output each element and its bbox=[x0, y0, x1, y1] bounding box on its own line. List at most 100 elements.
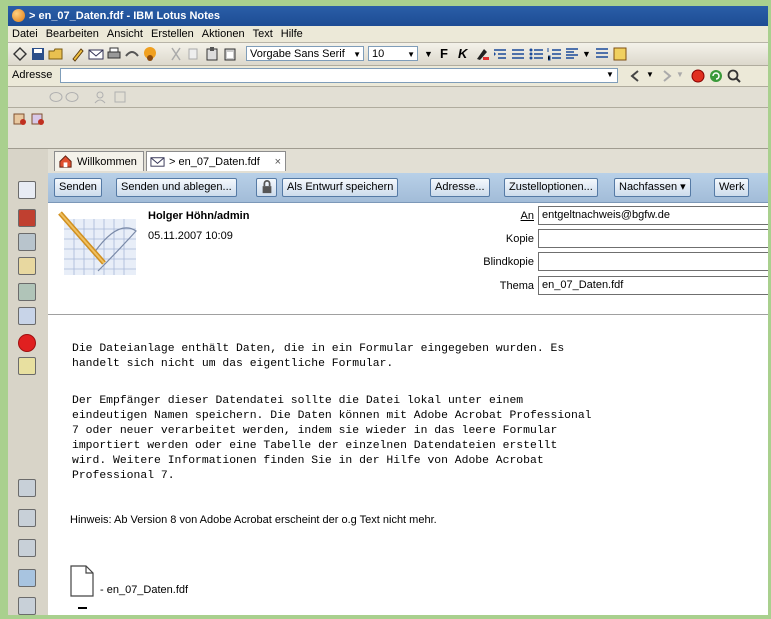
sync-icon[interactable] bbox=[30, 111, 46, 127]
attachment-file-icon[interactable] bbox=[70, 565, 94, 597]
save-as-draft-button[interactable]: Als Entwurf speichern bbox=[282, 178, 399, 197]
refresh-icon[interactable] bbox=[708, 68, 724, 84]
address-button[interactable]: Adresse... bbox=[430, 178, 490, 197]
forward-icon[interactable] bbox=[658, 68, 674, 84]
mail-bookmark-icon[interactable] bbox=[18, 181, 36, 199]
database-bookmark-icon[interactable] bbox=[18, 569, 36, 587]
tab-willkommen[interactable]: Willkommen bbox=[54, 151, 144, 171]
database-bookmark-icon[interactable] bbox=[18, 597, 36, 615]
font-family-select[interactable]: Vorgabe Sans Serif ▼ bbox=[246, 46, 364, 61]
user-icon[interactable] bbox=[142, 46, 158, 62]
body-line: importiert werden oder eine Tabelle der … bbox=[72, 440, 558, 452]
chevron-down-icon[interactable]: ▼ bbox=[676, 70, 684, 79]
bullet-list-icon[interactable] bbox=[528, 46, 544, 62]
chevron-down-icon[interactable]: ▼ bbox=[582, 46, 591, 62]
chevron-down-icon: ▼ bbox=[353, 50, 361, 59]
follow-up-button[interactable]: Nachfassen ▾ bbox=[614, 178, 691, 197]
message-body[interactable]: Die Dateianlage enthält Daten, die in ei… bbox=[48, 315, 768, 615]
highlight-icon[interactable] bbox=[474, 46, 490, 62]
field-label-thema: Thema bbox=[499, 280, 534, 292]
field-label-kopie: Kopie bbox=[505, 233, 534, 245]
favorites-bookmark-icon[interactable] bbox=[18, 307, 36, 325]
calendar-bookmark-icon[interactable] bbox=[18, 209, 36, 227]
cut-icon[interactable] bbox=[168, 46, 184, 62]
address-input[interactable] bbox=[60, 68, 618, 83]
replicator-icon[interactable] bbox=[12, 111, 28, 127]
align-icon[interactable] bbox=[564, 46, 580, 62]
database-bookmark-icon[interactable] bbox=[18, 539, 36, 557]
font-size-select[interactable]: 10 ▼ bbox=[368, 46, 418, 61]
italic-button[interactable]: K bbox=[458, 46, 467, 62]
todo-bookmark-icon[interactable] bbox=[18, 257, 36, 275]
connect-icon[interactable] bbox=[124, 46, 140, 62]
paste-icon[interactable] bbox=[204, 46, 220, 62]
menu-hilfe[interactable]: Hilfe bbox=[277, 26, 307, 42]
sender-name: Holger Höhn/admin bbox=[148, 210, 250, 222]
clipboard-icon[interactable] bbox=[222, 46, 238, 62]
replication-bookmark-icon[interactable] bbox=[18, 283, 36, 301]
contact-icon[interactable] bbox=[92, 89, 108, 105]
chevron-down-icon[interactable]: ▼ bbox=[606, 70, 614, 79]
search-icon[interactable] bbox=[726, 68, 742, 84]
to-field[interactable]: entgeltnachweis@bgfw.de bbox=[538, 206, 768, 225]
numbered-list-icon[interactable] bbox=[546, 46, 562, 62]
window-icon[interactable] bbox=[112, 89, 128, 105]
body-note: Hinweis: Ab Version 8 von Adobe Acrobat … bbox=[70, 514, 437, 526]
open-icon[interactable] bbox=[12, 46, 28, 62]
edit-icon[interactable] bbox=[70, 46, 86, 62]
letterhead-pencil-icon bbox=[58, 211, 137, 275]
chevron-down-icon: ▼ bbox=[407, 50, 415, 59]
print-icon[interactable] bbox=[106, 46, 122, 62]
tertiary-toolbar bbox=[8, 108, 768, 149]
security-button[interactable] bbox=[256, 178, 277, 197]
menu-aktionen[interactable]: Aktionen bbox=[198, 26, 249, 42]
outdent-icon[interactable] bbox=[510, 46, 526, 62]
field-label-blindkopie: Blindkopie bbox=[483, 256, 534, 268]
copy-icon[interactable] bbox=[186, 46, 202, 62]
sent-date: 05.11.2007 10:09 bbox=[148, 230, 233, 242]
cc-field[interactable] bbox=[538, 229, 768, 248]
address-bar: Adresse ▼ ▼ ▼ bbox=[8, 66, 768, 87]
tab-en-07-daten[interactable]: > en_07_Daten.fdf × bbox=[146, 151, 286, 171]
lotus-bookmark-icon[interactable] bbox=[18, 334, 36, 352]
mail-icon[interactable] bbox=[88, 46, 104, 62]
body-line: handelt sich nicht um das eigentliche Fo… bbox=[72, 358, 394, 370]
send-and-file-button[interactable]: Senden und ablegen... bbox=[116, 178, 237, 197]
save-icon[interactable] bbox=[30, 46, 46, 62]
menu-text[interactable]: Text bbox=[249, 26, 277, 42]
lock-icon bbox=[262, 180, 272, 194]
back-icon[interactable] bbox=[628, 68, 644, 84]
new-folder-icon[interactable] bbox=[48, 46, 64, 62]
documents-bookmark-icon[interactable] bbox=[18, 357, 36, 375]
stop-icon[interactable] bbox=[690, 68, 706, 84]
chevron-down-icon[interactable]: ▼ bbox=[424, 46, 433, 62]
menu-ansicht[interactable]: Ansicht bbox=[103, 26, 147, 42]
body-line: Professional 7. bbox=[72, 470, 175, 482]
body-line: 7 oder neuer verarbeitet werden, indem s… bbox=[72, 425, 558, 437]
database-bookmark-icon[interactable] bbox=[18, 479, 36, 497]
text-properties-icon[interactable] bbox=[612, 46, 628, 62]
chat-reply-icon[interactable] bbox=[64, 89, 80, 105]
chat-icon[interactable] bbox=[48, 89, 64, 105]
database-bookmark-icon[interactable] bbox=[18, 509, 36, 527]
bcc-field[interactable] bbox=[538, 252, 768, 271]
body-line: Die Dateianlage enthält Daten, die in ei… bbox=[72, 343, 565, 355]
menu-datei[interactable]: Datei bbox=[8, 26, 42, 42]
send-button[interactable]: Senden bbox=[54, 178, 102, 197]
bold-button[interactable]: F bbox=[440, 46, 448, 62]
tab-bar: Willkommen > en_07_Daten.fdf × bbox=[48, 149, 768, 173]
subject-field[interactable]: en_07_Daten.fdf bbox=[538, 276, 768, 295]
indent-icon[interactable] bbox=[492, 46, 508, 62]
body-line: Der Empfänger dieser Datendatei sollte d… bbox=[72, 395, 524, 407]
tools-button[interactable]: Werk bbox=[714, 178, 750, 197]
menu-bearbeiten[interactable]: Bearbeiten bbox=[42, 26, 103, 42]
field-label-an[interactable]: An bbox=[414, 210, 534, 222]
attachment-name[interactable]: - en_07_Daten.fdf bbox=[100, 584, 188, 596]
body-line: wird. Weitere Informationen finden Sie i… bbox=[72, 455, 544, 467]
close-icon[interactable]: × bbox=[275, 152, 281, 172]
delivery-options-button[interactable]: Zustelloptionen... bbox=[504, 178, 598, 197]
paragraph-spacing-icon[interactable] bbox=[594, 46, 610, 62]
menu-erstellen[interactable]: Erstellen bbox=[147, 26, 198, 42]
contacts-bookmark-icon[interactable] bbox=[18, 233, 36, 251]
chevron-down-icon[interactable]: ▼ bbox=[646, 70, 654, 79]
